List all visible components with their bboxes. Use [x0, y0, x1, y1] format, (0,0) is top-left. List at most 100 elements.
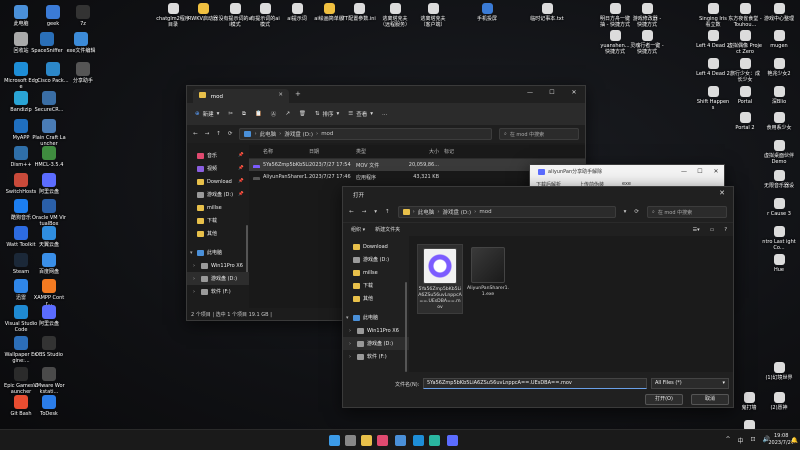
- up-icon[interactable]: ↑: [385, 209, 390, 215]
- desktop-icon[interactable]: 临时记事本.txt: [530, 3, 564, 22]
- desktop-icon[interactable]: Portal: [728, 86, 762, 105]
- breadcrumb[interactable]: › 此电脑 › 游戏盘 (D:) › mod: [397, 206, 616, 218]
- file-tile[interactable]: 5Ya56Zmp5bKb5LiA6ZSu56uvLnppcA==.UEsDBA=…: [417, 244, 463, 314]
- explorer-tab[interactable]: mod ✕: [193, 89, 289, 103]
- breadcrumb-item[interactable]: mod: [479, 209, 491, 215]
- new-folder-button[interactable]: 新建文件夹: [375, 226, 400, 233]
- desktop-icon[interactable]: 虚拟偶像 Project Zero: [728, 30, 762, 55]
- column-header[interactable]: 标记: [444, 148, 474, 155]
- nav-item[interactable]: Download: [343, 240, 409, 253]
- desktop-icon[interactable]: (2)愿神: [762, 392, 796, 411]
- chevron-right-icon[interactable]: ›: [193, 276, 195, 282]
- close-icon[interactable]: ✕: [708, 165, 724, 178]
- nav-item[interactable]: 游戏盘 (D:) 📌: [187, 188, 249, 201]
- desktop-icon[interactable]: 此电脑: [4, 5, 38, 27]
- desktop-icon[interactable]: 没有提示词的ai模式: [218, 3, 252, 28]
- desktop-icon[interactable]: 食用系少女: [762, 112, 796, 131]
- search-input[interactable]: ⌕ 在 mod 中搜索: [499, 128, 579, 140]
- search-input[interactable]: ⌕ 在 mod 中搜索: [647, 206, 727, 218]
- desktop-icon[interactable]: RWKV启动器: [186, 3, 220, 22]
- close-tab-icon[interactable]: ✕: [278, 92, 283, 98]
- desktop-icon[interactable]: 阿里云盘: [32, 173, 66, 195]
- desktop-icon[interactable]: ai绘画简单版: [312, 3, 346, 22]
- desktop-icon[interactable]: 明日方舟一键抽 - 快捷方式: [598, 3, 632, 28]
- desktop-icon[interactable]: 艳兆少女2: [762, 58, 796, 77]
- desktop-icon[interactable]: Oracle VM VirtualBox: [32, 199, 66, 227]
- nav-item[interactable]: millse: [187, 201, 249, 214]
- view-button[interactable]: ☰ 查看 ▾: [348, 110, 373, 118]
- desktop-icon[interactable]: 虚拟桌面伙伴 Demo: [762, 140, 796, 165]
- start-icon[interactable]: [329, 435, 340, 446]
- nav-item[interactable]: Download 📌: [187, 175, 249, 188]
- desktop-icon[interactable]: 手机投屏: [470, 3, 504, 22]
- notification-icon[interactable]: 🔔: [791, 437, 798, 444]
- desktop-icon[interactable]: 灵魂行者一键 - 快捷方式: [630, 30, 664, 55]
- aliyunpan-icon[interactable]: [447, 435, 458, 446]
- nav-item[interactable]: 游戏盘 (D:): [343, 253, 409, 266]
- taskview-icon[interactable]: [345, 435, 356, 446]
- nav-item[interactable]: › Win11Pro X6: [343, 324, 409, 337]
- breadcrumb[interactable]: › 此电脑 › 游戏盘 (D:) › mod: [239, 128, 492, 140]
- desktop-icon[interactable]: TT配置参数.ini: [342, 3, 376, 22]
- desktop-icon[interactable]: r Cause 3: [762, 198, 796, 217]
- desktop-icon[interactable]: (1)幻境世界: [762, 362, 796, 381]
- breadcrumb-item[interactable]: mod: [321, 131, 333, 137]
- desktop-icon[interactable]: Shift Happens: [696, 86, 730, 111]
- nav-item[interactable]: › 软件 (F:): [343, 350, 409, 363]
- desktop-icon[interactable]: exe文件编辑: [64, 32, 98, 54]
- desktop-icon[interactable]: Hue: [762, 254, 796, 273]
- breadcrumb-item[interactable]: 游戏盘 (D:): [284, 130, 313, 138]
- nav-item[interactable]: ▾ 此电脑: [343, 311, 409, 324]
- desktop-icon[interactable]: VMware Workstati...: [32, 367, 66, 395]
- desktop-icon[interactable]: ntro Last ight Co...: [762, 226, 796, 251]
- desktop-icon[interactable]: geek: [36, 5, 70, 27]
- breadcrumb-item[interactable]: 游戏盘 (D:): [443, 208, 472, 216]
- desktop-icon[interactable]: 阿里云盘: [32, 305, 66, 327]
- close-icon[interactable]: ✕: [563, 86, 585, 100]
- column-header[interactable]: 大小: [406, 148, 444, 155]
- desktop-icon[interactable]: 东方夜雀食堂 - Touhou...: [728, 3, 762, 28]
- chevron-right-icon[interactable]: ›: [349, 341, 351, 347]
- nav-item[interactable]: › Win11Pro X6: [187, 259, 249, 272]
- nav-item[interactable]: 其他: [187, 227, 249, 240]
- filename-input[interactable]: 5Ya56Zmp5bKb5LiA6ZSu56uvLnppcA==.UEsDBA=…: [423, 378, 647, 389]
- refresh-icon[interactable]: ⟳: [634, 209, 639, 215]
- up-icon[interactable]: ↑: [216, 131, 221, 137]
- desktop-icon[interactable]: Cisco Pack...: [36, 62, 70, 84]
- file-type-select[interactable]: All Files (*) ▾: [651, 378, 729, 389]
- browser-icon[interactable]: [413, 435, 424, 446]
- desktop-icon[interactable]: Microsoft Edge: [4, 62, 38, 90]
- desktop-icon[interactable]: 游戏修改器 - 快捷方式: [630, 3, 664, 28]
- desktop-icon[interactable]: mugen: [762, 30, 796, 49]
- paste-icon[interactable]: 📋: [255, 111, 262, 117]
- input-method-icon[interactable]: 中: [737, 436, 743, 445]
- desktop-icon[interactable]: 天翼云盘: [32, 226, 66, 248]
- chevron-right-icon[interactable]: ›: [193, 289, 195, 295]
- file-tile[interactable]: AliyunPanSharer1.1.exe: [465, 244, 511, 298]
- rename-icon[interactable]: Ⓐ: [271, 110, 277, 118]
- desktop-icon[interactable]: 逃离塔克夫（远程服务）: [378, 3, 412, 28]
- store-icon[interactable]: [377, 435, 388, 446]
- chevron-right-icon[interactable]: ▾: [346, 315, 349, 321]
- desktop-icon[interactable]: 逃离塔克夫（客户端）: [416, 3, 450, 28]
- desktop-icon[interactable]: Plain Craft Launcher: [32, 119, 66, 147]
- dialog-nav-scrollbar[interactable]: [405, 282, 407, 372]
- desktop-icon[interactable]: Left 4 Dead 2: [696, 58, 730, 77]
- new-tab-icon[interactable]: +: [295, 90, 301, 98]
- new-button[interactable]: ⊕ 新建 ▾: [195, 110, 219, 118]
- minimize-icon[interactable]: —: [676, 165, 692, 178]
- nav-item[interactable]: › 游戏盘 (D:): [187, 272, 249, 285]
- nav-item[interactable]: › 游戏盘 (D:): [343, 337, 409, 350]
- desktop-icon[interactable]: SecureCR...: [32, 91, 66, 113]
- open-file-dialog[interactable]: 打开 ✕ ← → ▾ ↑ › 此电脑 › 游戏盘 (D:) › mod ▾ ⟳ ⌕ 在 m…: [342, 186, 734, 408]
- back-icon[interactable]: ←: [193, 131, 198, 137]
- column-header[interactable]: 类型: [356, 148, 406, 155]
- maximize-icon[interactable]: ☐: [692, 165, 708, 178]
- minimize-icon[interactable]: —: [519, 86, 541, 100]
- nav-item[interactable]: › 软件 (F:): [187, 285, 249, 298]
- nav-item[interactable]: 视频 📌: [187, 162, 249, 175]
- edge-icon[interactable]: [429, 435, 440, 446]
- desktop-icon[interactable]: XAMPP Contr...: [32, 279, 66, 307]
- column-header[interactable]: 名称: [249, 148, 309, 155]
- help-icon[interactable]: ?: [724, 227, 727, 233]
